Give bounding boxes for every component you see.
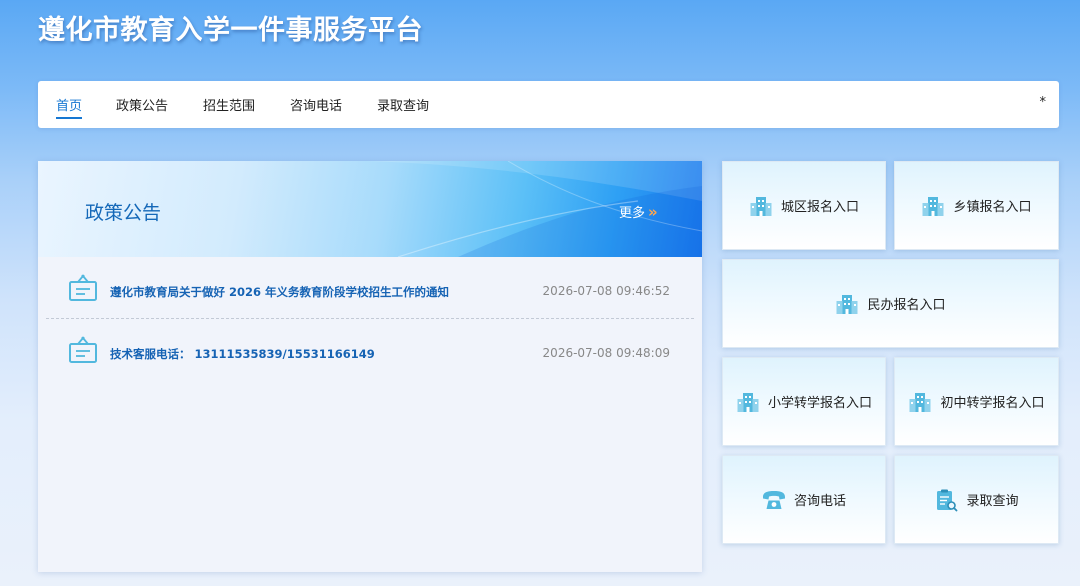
consult-phone-entry[interactable]: 咨询电话 (722, 455, 886, 544)
nav-item-enrollment-area[interactable]: 招生范围 (203, 95, 255, 114)
notice-board-icon (69, 336, 97, 363)
policy-panel-header: 政策公告 更多» (38, 161, 702, 257)
clipboard-search-icon (937, 489, 958, 511)
school-building-icon (750, 196, 772, 216)
entry-label: 小学转学报名入口 (767, 396, 872, 411)
top-navbar: 首页 政策公告 招生范围 咨询电话 录取查询 * (38, 81, 1059, 128)
school-building-icon (737, 392, 759, 412)
entry-label: 民办报名入口 (867, 298, 946, 313)
entry-label: 录取查询 (966, 494, 1019, 509)
school-building-icon (836, 294, 858, 314)
nav-item-admission-query[interactable]: 录取查询 (377, 95, 429, 114)
township-registration-entry[interactable]: 乡镇报名入口 (894, 161, 1059, 250)
policy-panel: 政策公告 更多» 遵化市教育局关于做好 2026 年义务教育阶段学校招生工作的通… (38, 161, 702, 572)
nav-item-consult-phone[interactable]: 咨询电话 (290, 95, 342, 114)
news-date: 2026-07-08 09:46:52 (542, 284, 670, 298)
news-title[interactable]: 遵化市教育局关于做好 2026 年义务教育阶段学校招生工作的通知 (110, 284, 449, 300)
entry-label: 城区报名入口 (780, 200, 859, 215)
admission-query-entry[interactable]: 录取查询 (894, 455, 1059, 544)
double-chevron-right-icon: » (648, 203, 658, 221)
nav-item-policy[interactable]: 政策公告 (116, 95, 168, 114)
news-title[interactable]: 技术客服电话： 13111535839/15531166149 (110, 346, 375, 362)
school-building-icon (922, 196, 944, 216)
notice-board-icon (69, 274, 97, 301)
nav-star: * (1039, 95, 1047, 110)
urban-registration-entry[interactable]: 城区报名入口 (722, 161, 886, 250)
school-building-icon (909, 392, 931, 412)
entry-label: 咨询电话 (793, 494, 846, 509)
telephone-icon (762, 490, 785, 509)
nav-item-home[interactable]: 首页 (56, 95, 83, 119)
middle-transfer-entry[interactable]: 初中转学报名入口 (894, 357, 1059, 446)
list-item[interactable]: 技术客服电话： 13111535839/15531166149 2026-07-… (46, 323, 694, 381)
news-date: 2026-07-08 09:48:09 (542, 346, 670, 360)
more-link[interactable]: 更多» (619, 202, 658, 221)
entry-label: 初中转学报名入口 (940, 396, 1045, 411)
more-label: 更多 (619, 206, 646, 221)
private-registration-entry[interactable]: 民办报名入口 (722, 259, 1059, 348)
policy-panel-title: 政策公告 (85, 202, 162, 224)
site-title: 遵化市教育入学一件事服务平台 (38, 15, 423, 46)
primary-transfer-entry[interactable]: 小学转学报名入口 (722, 357, 886, 446)
entry-label: 乡镇报名入口 (953, 200, 1032, 215)
list-item[interactable]: 遵化市教育局关于做好 2026 年义务教育阶段学校招生工作的通知 2026-07… (46, 261, 694, 319)
